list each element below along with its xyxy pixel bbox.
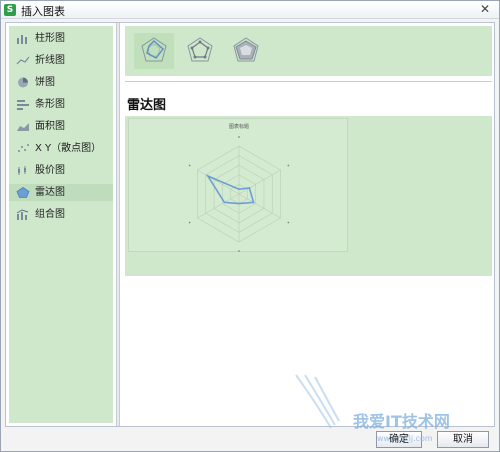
chart-type-sidebar: 柱形图 折线图 饼图 条形图 面积图 X Y（散点图） 股价图 雷达图 组合图	[9, 26, 113, 423]
sidebar-item-line[interactable]: 折线图	[9, 52, 113, 69]
combo-chart-icon	[16, 209, 29, 220]
sidebar-item-label: 面积图	[35, 121, 65, 132]
radar-filled-icon	[233, 37, 259, 62]
sidebar-item-label: X Y（散点图）	[35, 143, 102, 154]
scatter-chart-icon	[18, 144, 29, 152]
section-title: 雷达图	[127, 98, 167, 113]
subtype-radar-markers[interactable]	[180, 33, 220, 69]
wps-app-icon: S	[4, 4, 16, 16]
column-chart-icon	[17, 35, 27, 44]
cancel-button[interactable]: 取消	[437, 431, 489, 448]
radar-chart-icon	[16, 187, 30, 198]
radar-data-point	[252, 201, 255, 204]
sidebar-item-label: 组合图	[35, 209, 65, 220]
sidebar-item-bar[interactable]: 条形图	[9, 96, 113, 113]
sidebar-item-label: 饼图	[35, 77, 55, 88]
radar-axis-marker	[287, 164, 290, 167]
chart-content-pane: 雷达图 图表标题	[121, 23, 494, 426]
bar-chart-icon	[17, 100, 29, 110]
radar-axis-marker	[238, 136, 240, 138]
radar-data-point	[238, 202, 240, 205]
sidebar-item-radar[interactable]: 雷达图	[9, 184, 113, 201]
radar-axis-marker	[188, 164, 191, 167]
sidebar-item-label: 股价图	[35, 165, 65, 176]
stock-chart-icon	[18, 166, 26, 175]
close-button[interactable]: ✕	[477, 2, 493, 17]
radar-chart-preview: 图表标题	[188, 123, 290, 252]
subtype-radar[interactable]	[134, 33, 174, 69]
radar-data-point	[207, 175, 209, 177]
sidebar-item-stock[interactable]: 股价图	[9, 162, 113, 179]
radar-spoke	[197, 193, 240, 219]
radar-axis-marker	[238, 250, 240, 252]
radar-axis-marker	[188, 221, 191, 224]
sidebar-item-scatter[interactable]: X Y（散点图）	[9, 140, 113, 157]
subtype-radar-filled[interactable]	[226, 33, 266, 69]
chart-preview: 图表标题	[128, 118, 348, 252]
area-chart-icon	[17, 123, 29, 131]
sidebar-item-label: 雷达图	[35, 187, 65, 198]
sidebar-item-combo[interactable]: 组合图	[9, 206, 113, 223]
title-bar: S 插入图表 ✕	[1, 1, 499, 19]
radar-axis-marker	[287, 221, 290, 224]
preview-area: 图表标题	[125, 116, 492, 276]
radar-grid	[188, 136, 290, 252]
sidebar-item-label: 折线图	[35, 55, 65, 66]
chart-title: 图表标题	[229, 123, 249, 130]
radar-markers-icon	[187, 37, 213, 62]
pane-splitter[interactable]	[116, 23, 120, 426]
sidebar-item-label: 条形图	[35, 99, 65, 110]
radar-spoke	[197, 169, 240, 195]
sidebar-item-area[interactable]: 面积图	[9, 118, 113, 135]
sidebar-item-column[interactable]: 柱形图	[9, 30, 113, 47]
dialog-body: 柱形图 折线图 饼图 条形图 面积图 X Y（散点图） 股价图 雷达图 组合图 …	[5, 22, 495, 427]
insert-chart-dialog: S 插入图表 ✕ 柱形图 折线图 饼图 条形图 面积图 X Y（散点图） 股价图…	[0, 0, 500, 452]
line-chart-icon	[16, 56, 30, 65]
sidebar-item-label: 柱形图	[35, 33, 65, 44]
radar-data-point	[223, 201, 226, 204]
sidebar-item-pie[interactable]: 饼图	[9, 74, 113, 91]
radar-icon	[141, 37, 167, 62]
window-title: 插入图表	[21, 5, 65, 18]
radar-spoke	[238, 193, 281, 219]
section-divider	[125, 81, 492, 82]
pie-chart-icon	[18, 77, 28, 88]
radar-spoke	[238, 169, 281, 195]
subtype-strip	[125, 26, 492, 76]
ok-button[interactable]: 确定	[376, 431, 422, 448]
radar-data-point	[238, 188, 240, 190]
radar-data-point	[248, 187, 251, 189]
